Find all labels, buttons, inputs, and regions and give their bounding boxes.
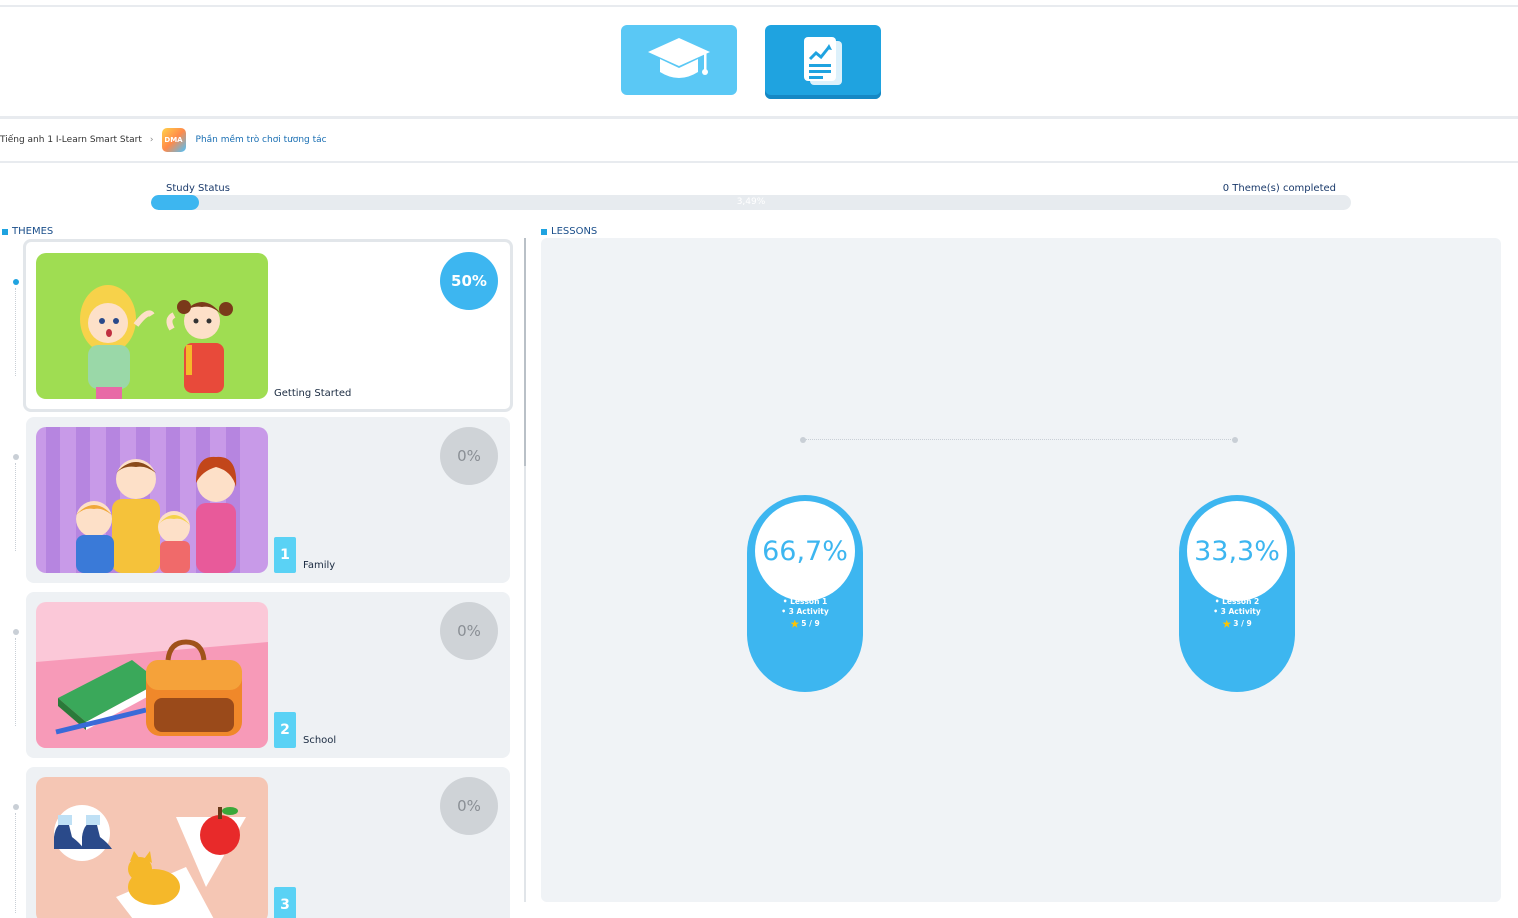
themes-section-title: THEMES — [2, 226, 53, 237]
theme-thumbnail-3 — [36, 777, 268, 918]
lesson-progress-percent: 66,7% — [755, 501, 855, 601]
lesson-card-2[interactable]: 33,3% • Lesson 2 • 3 Activity 3 / 9 — [1179, 495, 1295, 692]
timeline-dot — [13, 804, 19, 810]
star-icon — [1222, 619, 1232, 628]
scrollbar-thumb[interactable] — [524, 238, 526, 466]
breadcrumb: Tiếng anh 1 I-Learn Smart Start › DMA Ph… — [0, 126, 327, 154]
theme-name: School — [303, 735, 337, 746]
section-marker-icon — [541, 228, 547, 235]
lesson-activity-count: • 3 Activity — [1213, 607, 1261, 616]
section-marker-icon — [2, 228, 8, 235]
theme-progress-badge: 0% — [440, 602, 498, 660]
lessons-panel: 66,7% • Lesson 1 • 3 Activity 5 / 9 33,3… — [541, 238, 1501, 902]
mode-tab-bar — [0, 7, 1518, 117]
theme-card-family[interactable]: 0% 1 Family — [26, 417, 510, 583]
graduation-cap-icon — [648, 38, 710, 78]
lesson-connector-dot — [800, 437, 806, 443]
theme-thumbnail-school — [36, 602, 268, 748]
lesson-stars: 5 / 9 — [747, 619, 863, 629]
study-progress-bar: 3,49% — [151, 195, 1351, 210]
lesson-name: • Lesson 1 — [782, 597, 828, 606]
theme-name: Family — [303, 560, 336, 571]
theme-progress-badge: 0% — [440, 777, 498, 835]
timeline-line — [15, 463, 16, 551]
theme-progress-badge: 50% — [440, 252, 498, 310]
star-icon — [790, 619, 800, 628]
lesson-connector-line — [803, 439, 1237, 440]
timeline-line — [15, 638, 16, 726]
report-tab-button[interactable] — [765, 25, 881, 99]
theme-card-school[interactable]: 0% 2 School — [26, 592, 510, 758]
theme-progress-badge: 0% — [440, 427, 498, 485]
theme-number: 3 — [274, 887, 296, 918]
theme-number: 1 — [274, 537, 296, 573]
divider — [0, 161, 1518, 163]
divider — [0, 116, 1518, 119]
theme-card-getting-started[interactable]: 50% Getting Started — [23, 239, 513, 412]
timeline-dot — [13, 454, 19, 460]
timeline-dot — [13, 279, 19, 285]
lesson-name: • Lesson 2 — [1214, 597, 1260, 606]
theme-thumbnail-getting-started — [36, 253, 268, 399]
themes-completed-text: 0 Theme(s) completed — [1222, 183, 1336, 194]
themes-scrollbar[interactable] — [524, 238, 526, 902]
breadcrumb-course-link[interactable]: Tiếng anh 1 I-Learn Smart Start — [0, 135, 142, 145]
app-logo-icon: DMA — [161, 128, 186, 152]
theme-card-3[interactable]: 0% 3 — [26, 767, 510, 918]
lessons-section-title: LESSONS — [541, 226, 597, 237]
study-progress-percent: 3,49% — [736, 197, 766, 207]
theme-name: Getting Started — [274, 388, 352, 399]
breadcrumb-app-link[interactable]: Phần mềm trò chơi tương tác — [196, 135, 327, 145]
learn-tab-button[interactable] — [621, 25, 737, 95]
lesson-progress-percent: 33,3% — [1187, 501, 1287, 601]
chevron-right-icon: › — [149, 135, 154, 145]
themes-list[interactable]: 50% Getting Started 0% 1 Family 0% 2 Sch… — [0, 238, 524, 918]
timeline-line — [15, 813, 16, 913]
study-status-label: Study Status — [166, 183, 230, 194]
theme-thumbnail-family — [36, 427, 268, 573]
theme-number: 2 — [274, 712, 296, 748]
timeline-line — [15, 288, 16, 376]
lesson-stars: 3 / 9 — [1179, 619, 1295, 629]
lesson-connector-dot — [1232, 437, 1238, 443]
lesson-activity-count: • 3 Activity — [781, 607, 829, 616]
timeline-dot — [13, 629, 19, 635]
report-chart-icon — [804, 37, 842, 85]
lesson-card-1[interactable]: 66,7% • Lesson 1 • 3 Activity 5 / 9 — [747, 495, 863, 692]
